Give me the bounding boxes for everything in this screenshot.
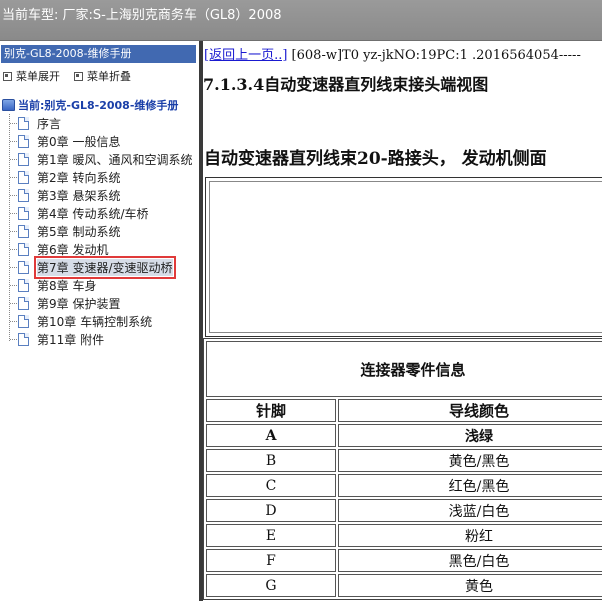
wire-color-cell: 红色/黑色 xyxy=(338,474,602,497)
table-header-row: 针脚 导线颜色 xyxy=(206,399,602,422)
connector-table-wrap: 连接器零件信息 针脚 导线颜色 A 浅绿 B 黄色/黑色 C 红色/黑色 D 浅… xyxy=(203,338,602,600)
tree-item-chapter-11[interactable]: 第11章 附件 xyxy=(0,330,199,348)
tree-items: 序言 第0章 一般信息 第1章 暖风、通风和空调系统 第2章 转向系统 第3章 … xyxy=(0,114,199,348)
tree-item-preface[interactable]: 序言 xyxy=(0,114,199,132)
collapse-menu-label: 菜单折叠 xyxy=(87,70,131,83)
tree-item-label: 第3章 悬架系统 xyxy=(37,188,121,203)
table-row: A 浅绿 xyxy=(206,424,602,447)
tree-item-chapter-1[interactable]: 第1章 暖风、通风和空调系统 xyxy=(0,150,199,168)
tree-item-chapter-8[interactable]: 第8章 车身 xyxy=(0,276,199,294)
pin-cell: G xyxy=(206,574,336,597)
chapter-tree: 当前:别克-GL8-2008-维修手册 序言 第0章 一般信息 第1章 暖风、通… xyxy=(0,96,199,348)
expand-icon xyxy=(3,71,12,81)
page-icon xyxy=(18,278,29,292)
table-row: C 红色/黑色 xyxy=(206,474,602,497)
collapse-menu-button[interactable]: 菜单折叠 xyxy=(74,68,131,84)
sub-title: 自动变速器直列线束20-路接头， 发动机侧面 xyxy=(204,149,547,169)
vehicle-info: 当前车型: 厂家:S-上海别克商务车（GL8）2008 xyxy=(2,8,282,23)
tree-item-label: 第11章 附件 xyxy=(37,332,105,347)
tree-item-label: 第1章 暖风、通风和空调系统 xyxy=(37,152,193,167)
table-caption: 连接器零件信息 xyxy=(206,341,602,397)
page-icon xyxy=(18,116,29,130)
tree-root-label: 当前:别克-GL8-2008-维修手册 xyxy=(18,99,179,112)
tree-item-label: 第7章 变速器/变速驱动桥 xyxy=(34,255,176,279)
table-row: G 黄色 xyxy=(206,574,602,597)
page-icon xyxy=(18,296,29,310)
tree-item-chapter-2[interactable]: 第2章 转向系统 xyxy=(0,168,199,186)
table-row: D 浅蓝/白色 xyxy=(206,499,602,522)
page-icon xyxy=(18,224,29,238)
tree-item-label: 第8章 车身 xyxy=(37,278,97,293)
tree-item-chapter-0[interactable]: 第0章 一般信息 xyxy=(0,132,199,150)
page-icon xyxy=(18,206,29,220)
wire-color-cell: 黑色/白色 xyxy=(338,549,602,572)
wire-color-cell: 黄色/黑色 xyxy=(338,449,602,472)
connector-diagram-frame xyxy=(205,177,602,337)
section-title: 7.1.3.4自动变速器直列线束接头端视图 xyxy=(203,75,489,94)
column-header-color: 导线颜色 xyxy=(338,399,602,422)
tree-item-chapter-7[interactable]: 第7章 变速器/变速驱动桥 xyxy=(0,255,199,279)
tree-item-chapter-5[interactable]: 第5章 制动系统 xyxy=(0,222,199,240)
content-pane: [返回上一页..] [608-w]T0 yz-jkNO:19PC:1 .2016… xyxy=(203,41,602,601)
tree-item-chapter-4[interactable]: 第4章 传动系统/车桥 xyxy=(0,204,199,222)
nav-line: [返回上一页..] [608-w]T0 yz-jkNO:19PC:1 .2016… xyxy=(204,44,602,62)
top-bar: 当前车型: 厂家:S-上海别克商务车（GL8）2008 xyxy=(0,0,602,41)
tree-item-chapter-6[interactable]: 第6章 发动机 xyxy=(0,240,199,258)
tree-root[interactable]: 当前:别克-GL8-2008-维修手册 xyxy=(0,96,199,114)
pin-cell: B xyxy=(206,449,336,472)
pin-cell: D xyxy=(206,499,336,522)
expand-menu-button[interactable]: 菜单展开 xyxy=(3,68,60,84)
table-caption-row: 连接器零件信息 xyxy=(206,341,602,397)
tree-item-chapter-3[interactable]: 第3章 悬架系统 xyxy=(0,186,199,204)
expand-menu-label: 菜单展开 xyxy=(16,70,60,83)
table-row: B 黄色/黑色 xyxy=(206,449,602,472)
pin-cell: C xyxy=(206,474,336,497)
column-header-pin: 针脚 xyxy=(206,399,336,422)
tree-item-label: 序言 xyxy=(37,116,62,131)
pin-cell: A xyxy=(206,424,336,447)
connector-table: 连接器零件信息 针脚 导线颜色 A 浅绿 B 黄色/黑色 C 红色/黑色 D 浅… xyxy=(203,338,602,600)
tree-item-label: 第4章 传动系统/车桥 xyxy=(37,206,149,221)
pin-cell: E xyxy=(206,524,336,547)
tree-item-label: 第5章 制动系统 xyxy=(37,224,121,239)
table-row: E 粉红 xyxy=(206,524,602,547)
sidebar: 别克-GL8-2008-维修手册 菜单展开 菜单折叠 当前:别克-GL8-200… xyxy=(0,41,199,601)
tree-item-label: 第2章 转向系统 xyxy=(37,170,121,185)
page-icon xyxy=(18,260,29,274)
book-icon xyxy=(2,99,15,111)
page-icon xyxy=(18,134,29,148)
table-row: F 黑色/白色 xyxy=(206,549,602,572)
page-icon xyxy=(18,170,29,184)
tree-item-label: 第9章 保护装置 xyxy=(37,296,121,311)
wire-color-cell: 浅蓝/白色 xyxy=(338,499,602,522)
page-icon xyxy=(18,242,29,256)
collapse-icon xyxy=(74,71,83,81)
page-icon xyxy=(18,188,29,202)
tree-item-label: 第0章 一般信息 xyxy=(37,134,121,149)
wire-color-cell: 粉红 xyxy=(338,524,602,547)
tree-item-chapter-9[interactable]: 第9章 保护装置 xyxy=(0,294,199,312)
tree-item-label: 第6章 发动机 xyxy=(37,242,109,257)
page-icon xyxy=(18,314,29,328)
page-icon xyxy=(18,332,29,346)
wire-color-cell: 黄色 xyxy=(338,574,602,597)
menu-controls: 菜单展开 菜单折叠 xyxy=(3,68,199,84)
pin-cell: F xyxy=(206,549,336,572)
doc-reference: [608-w]T0 yz-jkNO:19PC:1 .2016564054----… xyxy=(287,48,581,62)
page-icon xyxy=(18,152,29,166)
back-link[interactable]: [返回上一页..] xyxy=(204,48,287,62)
tree-item-label: 第10章 车辆控制系统 xyxy=(37,314,153,329)
tree-item-chapter-10[interactable]: 第10章 车辆控制系统 xyxy=(0,312,199,330)
wire-color-cell: 浅绿 xyxy=(338,424,602,447)
sidebar-title: 别克-GL8-2008-维修手册 xyxy=(1,45,196,63)
